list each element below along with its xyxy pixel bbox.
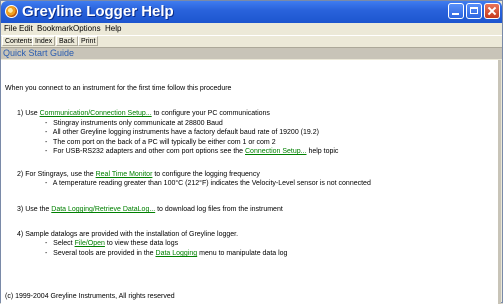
step-4-bullet-1: - Select File/Open to view these data lo… (45, 240, 179, 247)
window-title: Greyline Logger Help (22, 3, 174, 20)
step-2-bullet: - A temperature reading greater than 100… (45, 180, 371, 187)
communication-setup-link[interactable]: Communication/Connection Setup... (40, 110, 152, 117)
step-4: 4) Sample datalogs are provided with the… (17, 231, 239, 238)
step-1-bullet-1: - Stingray instruments only communicate … (45, 120, 223, 127)
copyright-text: (c) 1999-2004 Greyline Instruments, All … (5, 293, 175, 300)
menu-bookmark[interactable]: Bookmark (37, 23, 73, 34)
real-time-monitor-link[interactable]: Real Time Monitor (96, 171, 153, 178)
maximize-icon (470, 7, 478, 14)
menu-edit[interactable]: Edit (19, 23, 33, 34)
file-open-link[interactable]: File/Open (75, 240, 105, 247)
close-button[interactable] (484, 3, 500, 19)
step-2: 2) For Stingrays, use the Real Time Moni… (17, 171, 260, 178)
topic-banner: Quick Start Guide (1, 48, 502, 59)
step-1-bullet-4: - For USB-RS232 adapters and other com p… (45, 148, 339, 155)
app-icon[interactable] (5, 5, 18, 18)
menu-options[interactable]: Options (73, 23, 101, 34)
title-bar[interactable]: Greyline Logger Help (1, 1, 502, 23)
contents-button[interactable]: Contents (2, 36, 37, 46)
step-1-bullet-3: - The com port on the back of a PC will … (45, 139, 276, 146)
index-button[interactable]: Index (32, 36, 56, 46)
step-1: 1) Use Communication/Connection Setup...… (17, 110, 270, 117)
data-logging-link[interactable]: Data Logging (156, 250, 198, 257)
step-4-bullet-2: - Several tools are provided in the Data… (45, 250, 288, 257)
step-1-bullet-2: - All other Greyline logging instruments… (45, 129, 319, 136)
step-3: 3) Use the Data Logging/Retrieve DataLog… (17, 206, 283, 213)
minimize-icon (452, 13, 459, 15)
maximize-button[interactable] (466, 3, 482, 19)
data-logging-retrieve-link[interactable]: Data Logging/Retrieve DataLog... (51, 206, 155, 213)
menu-help[interactable]: Help (105, 23, 121, 34)
intro-text: When you connect to an instrument for th… (5, 85, 232, 92)
menu-bar: File Edit Bookmark Options Help (1, 23, 502, 34)
print-button[interactable]: Print (78, 36, 99, 46)
topic-title: Quick Start Guide (3, 48, 75, 58)
connection-setup-link[interactable]: Connection Setup... (245, 148, 307, 155)
menu-file[interactable]: File (4, 23, 17, 34)
help-content: When you connect to an instrument for th… (1, 60, 501, 304)
back-button[interactable]: Back (56, 36, 78, 46)
help-window: Greyline Logger Help File Edit Bookmark … (0, 0, 503, 304)
minimize-button[interactable] (448, 3, 464, 19)
toolbar: Contents Index Back Print (1, 35, 502, 48)
